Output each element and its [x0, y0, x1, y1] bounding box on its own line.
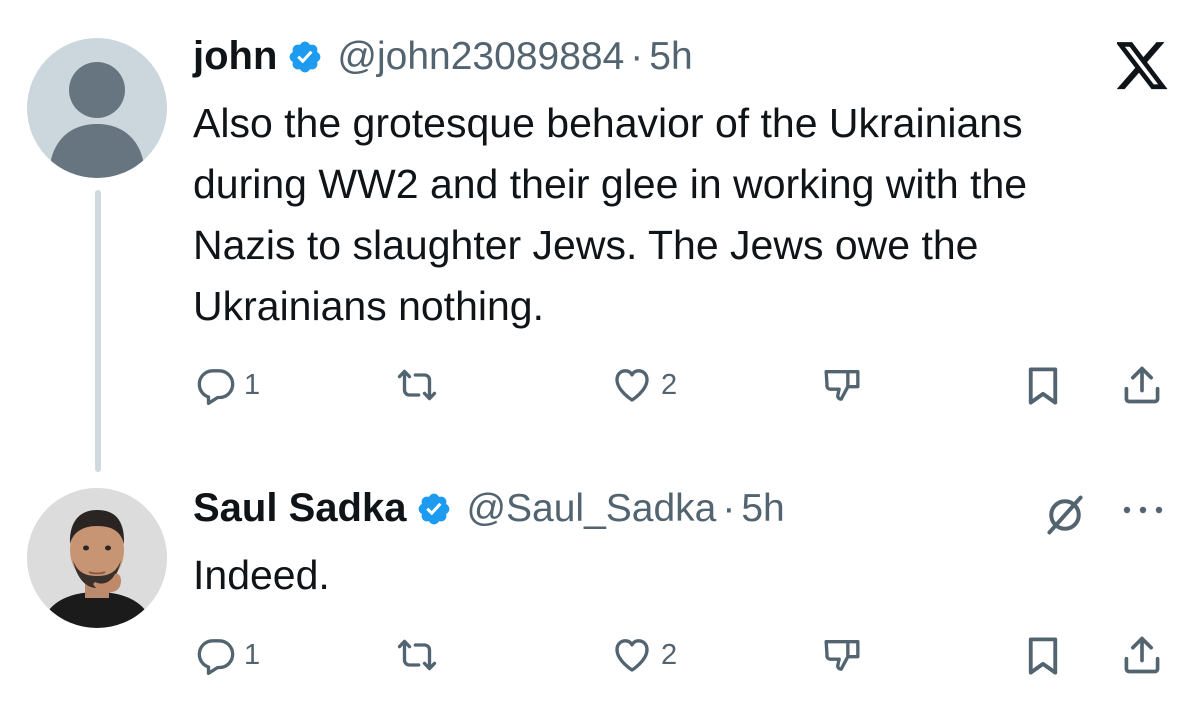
- tweet-text-line: Indeed.: [193, 552, 330, 598]
- timestamp[interactable]: 5h: [649, 35, 692, 79]
- thumbs-down-icon: [824, 640, 860, 671]
- reply-count: 1: [244, 638, 261, 671]
- more-options-icon[interactable]: [1118, 500, 1168, 520]
- avatar-photo[interactable]: [27, 488, 167, 628]
- like-count: 2: [661, 368, 678, 401]
- verified-badge-icon: [287, 39, 323, 75]
- tweet-header: john @john23089884 · 5h: [193, 34, 693, 79]
- heart-icon: [615, 639, 649, 672]
- like-button[interactable]: 2: [610, 635, 677, 675]
- author-handle[interactable]: @Saul_Sadka: [466, 487, 716, 531]
- tweet-body: Indeed.: [193, 545, 1183, 606]
- tweet-text-line: Also the grotesque behavior of the Ukrai…: [193, 100, 1023, 146]
- tweet-text-line: Nazis to slaughter Jews. The Jews owe th…: [193, 222, 979, 268]
- tweet-header: Saul Sadka @Saul_Sadka · 5h: [193, 486, 785, 531]
- separator-dot: ·: [630, 34, 644, 78]
- retweet-button[interactable]: [395, 635, 439, 675]
- default-avatar-icon: [49, 62, 145, 178]
- bookmark-icon: [1028, 367, 1058, 405]
- heart-icon: [615, 369, 649, 402]
- like-button[interactable]: 2: [610, 365, 677, 405]
- grok-icon[interactable]: [1043, 493, 1087, 537]
- retweet-button[interactable]: [395, 365, 439, 405]
- avatar-default[interactable]: [27, 38, 167, 178]
- timestamp[interactable]: 5h: [741, 487, 784, 531]
- bookmark-button[interactable]: [1025, 635, 1061, 677]
- reply-button[interactable]: 1: [195, 365, 260, 405]
- retweet-icon: [397, 369, 437, 401]
- dislike-button[interactable]: [820, 635, 864, 675]
- x-logo-icon: [1117, 42, 1168, 90]
- author-name[interactable]: Saul Sadka: [193, 486, 406, 531]
- thumbs-down-icon: [824, 370, 860, 401]
- reply-icon: [197, 639, 235, 675]
- tweet-body: Also the grotesque behavior of the Ukrai…: [193, 93, 1183, 337]
- thread-connector-line: [95, 190, 101, 472]
- share-icon: [1124, 366, 1160, 404]
- reply-count: 1: [244, 368, 261, 401]
- profile-photo: [27, 488, 167, 628]
- bookmark-icon: [1028, 637, 1058, 675]
- share-icon: [1124, 636, 1160, 674]
- retweet-icon: [397, 639, 437, 671]
- tweet-text-line: Ukrainians nothing.: [193, 283, 544, 329]
- like-count: 2: [661, 638, 678, 671]
- separator-dot: ·: [722, 486, 736, 530]
- author-handle[interactable]: @john23089884: [337, 35, 624, 79]
- bookmark-button[interactable]: [1025, 365, 1061, 407]
- verified-badge-icon: [416, 491, 452, 527]
- author-name[interactable]: john: [193, 34, 277, 79]
- reply-icon: [197, 369, 235, 405]
- share-button[interactable]: [1120, 363, 1164, 407]
- reply-button[interactable]: 1: [195, 635, 260, 675]
- share-button[interactable]: [1120, 633, 1164, 677]
- tweet-text-line: during WW2 and their glee in working wit…: [193, 161, 1028, 207]
- dislike-button[interactable]: [820, 365, 864, 405]
